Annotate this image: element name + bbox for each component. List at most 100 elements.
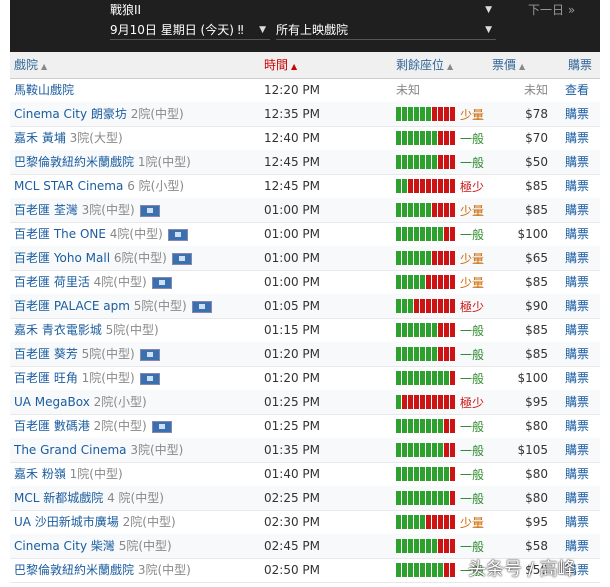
cinema-name-link[interactable]: 百老匯 The ONE 4院(中型) <box>14 222 259 246</box>
seat-meter-segment-available <box>414 322 419 337</box>
seat-meter-segment-available <box>414 154 419 169</box>
house-size: 4 院(中型) <box>107 491 164 505</box>
cinema-name-link[interactable]: 百老匯 葵芳 5院(中型) <box>14 342 259 366</box>
cinema-name-link[interactable]: MCL STAR Cinema 6 院(小型) <box>14 174 259 198</box>
seat-meter-segment-available <box>420 442 425 457</box>
seat-availability-label: 少量 <box>460 203 485 218</box>
cinema-select[interactable]: 所有上映戲院 ▼ <box>276 21 496 40</box>
cinema-name-link[interactable]: UA 沙田新城市廣場 2院(中型) <box>14 510 259 534</box>
premium-screen-icon <box>139 204 160 217</box>
seat-meter-segment-available <box>426 154 431 169</box>
cinema-name-link[interactable]: Cinema City 柴灣 5院(中型) <box>14 534 259 558</box>
cinema-name-link[interactable]: 百老匯 旺角 1院(中型) <box>14 366 259 390</box>
seat-meter-segment-taken <box>450 154 455 169</box>
house-size: 2院(中型) <box>93 419 147 433</box>
seat-availability-label: 一般 <box>460 491 485 506</box>
cinema-name-link[interactable]: 百老匯 荃灣 3院(中型) <box>14 198 259 222</box>
cinema-name-link[interactable]: UA MegaBox 2院(小型) <box>14 390 259 414</box>
cinema-name-link[interactable]: 巴黎倫敦紐約米蘭戲院 1院(中型) <box>14 150 259 174</box>
buy-ticket-link[interactable]: 購票 <box>565 246 601 270</box>
cinema-name: 百老匯 荷里活 <box>14 275 90 289</box>
seat-meter-segment-available <box>408 418 413 433</box>
showtime: 02:30 PM <box>264 515 320 529</box>
buy-ticket-link[interactable]: 購票 <box>565 390 601 414</box>
ticket-price: $85 <box>525 347 548 361</box>
seat-meter-segment-taken <box>438 538 443 553</box>
seat-meter-segment-available <box>426 106 431 121</box>
cinema-name: MCL 新都城戲院 <box>14 491 104 505</box>
buy-ticket-link[interactable]: 購票 <box>565 126 601 150</box>
sort-arrow-icon: ▲ <box>519 62 526 71</box>
table-row: 百老匯 數碼港 2院(中型) 01:25 PM 一般 $80 購票 <box>10 414 600 439</box>
cinema-name-link[interactable]: Cinema City 朗豪坊 2院(中型) <box>14 102 259 126</box>
cinema-name-link[interactable]: 百老匯 PALACE apm 5院(中型) <box>14 294 259 318</box>
seat-meter-segment-taken <box>450 538 455 553</box>
seat-availability-label: 一般 <box>460 131 485 146</box>
premium-screen-icon <box>191 300 212 313</box>
cinema-name-link[interactable]: 嘉禾 青衣電影城 5院(中型) <box>14 318 259 342</box>
buy-ticket-link[interactable]: 購票 <box>565 198 601 222</box>
seat-meter-segment-available <box>396 154 401 169</box>
buy-ticket-link[interactable]: 購票 <box>565 222 601 246</box>
view-button[interactable]: 查看 <box>565 78 601 102</box>
seat-meter-segment-available <box>432 562 437 577</box>
cinema-name-link[interactable]: 嘉禾 黃埔 3院(大型) <box>14 126 259 150</box>
cinema-name-link[interactable]: MCL 新都城戲院 4 院(中型) <box>14 486 259 510</box>
buy-ticket-link[interactable]: 購票 <box>565 366 601 390</box>
seat-meter-segment-taken <box>432 514 437 529</box>
buy-ticket-link[interactable]: 購票 <box>565 510 601 534</box>
seat-meter-segment-available <box>396 442 401 457</box>
cinema-name-link[interactable]: 嘉禾 粉嶺 1院(中型) <box>14 462 259 486</box>
seat-meter-segment-taken <box>438 298 443 313</box>
seat-meter-segment-taken <box>444 346 449 361</box>
cinema-name-link[interactable]: 百老匯 荷里活 4院(中型) <box>14 270 259 294</box>
buy-ticket-link[interactable]: 購票 <box>565 102 601 126</box>
buy-ticket-link[interactable]: 購票 <box>565 294 601 318</box>
column-header-cinema[interactable]: 戲院 ▲ <box>14 52 47 78</box>
seat-meter-segment-available <box>396 250 401 265</box>
seat-availability-label: 極少 <box>460 179 485 194</box>
cinema-name-link[interactable]: 百老匯 Yoho Mall 6院(中型) <box>14 246 259 270</box>
seat-meter-segment-available <box>426 250 431 265</box>
cinema-name-link[interactable]: 百老匯 數碼港 2院(中型) <box>14 414 259 438</box>
seat-meter-segment-available <box>402 130 407 145</box>
buy-ticket-link[interactable]: 購票 <box>565 318 601 342</box>
buy-ticket-link[interactable]: 購票 <box>565 270 601 294</box>
cinema-name-link[interactable]: 馬鞍山戲院 <box>14 78 259 102</box>
buy-ticket-link[interactable]: 購票 <box>565 174 601 198</box>
buy-ticket-link[interactable]: 購票 <box>565 486 601 510</box>
seat-availability-label: 少量 <box>460 107 485 122</box>
seat-meter-segment-taken <box>450 442 455 457</box>
buy-ticket-link[interactable]: 購票 <box>565 150 601 174</box>
seat-meter-segment-taken <box>438 394 443 409</box>
buy-ticket-link[interactable]: 購票 <box>565 342 601 366</box>
date-select[interactable]: 9月10日 星期日 (今天) ‼ ▼ <box>110 21 270 40</box>
column-header-price[interactable]: 票價 ▲ <box>492 52 525 78</box>
seat-meter-segment-available <box>408 370 413 385</box>
seat-availability-label: 一般 <box>460 443 485 458</box>
buy-ticket-link[interactable]: 購票 <box>565 438 601 462</box>
movie-select-value: 戰狼II <box>110 3 142 17</box>
movie-select[interactable]: 戰狼II ▼ <box>110 1 496 19</box>
cinema-name-link[interactable]: The Grand Cinema 3院(中型) <box>14 438 259 462</box>
seat-meter-segment-available <box>402 538 407 553</box>
seat-meter-segment-available <box>408 538 413 553</box>
seat-meter <box>396 490 456 505</box>
seat-meter-segment-available <box>414 562 419 577</box>
seat-meter-segment-taken <box>450 322 455 337</box>
seat-meter-segment-available <box>432 538 437 553</box>
table-row: 巴黎倫敦紐約米蘭戲院 1院(中型) 12:45 PM 一般 $50 購票 <box>10 150 600 175</box>
buy-ticket-link[interactable]: 購票 <box>565 462 601 486</box>
showtime: 01:20 PM <box>264 347 320 361</box>
cinema-name: 百老匯 葵芳 <box>14 347 78 361</box>
next-day-link[interactable]: 下一日 » <box>528 1 575 18</box>
buy-ticket-link[interactable]: 購票 <box>565 414 601 438</box>
column-header-seats[interactable]: 剩餘座位 ▲ <box>396 52 453 78</box>
cinema-name-link[interactable]: 巴黎倫敦紐約米蘭戲院 3院(中型) <box>14 558 259 582</box>
column-header-time[interactable]: 時間 ▲ <box>264 52 297 78</box>
seat-meter-segment-available <box>408 490 413 505</box>
seat-availability-label: 一般 <box>460 467 485 482</box>
showtime: 01:05 PM <box>264 299 320 313</box>
seat-meter-segment-taken <box>444 442 449 457</box>
showtime: 12:20 PM <box>264 83 320 97</box>
